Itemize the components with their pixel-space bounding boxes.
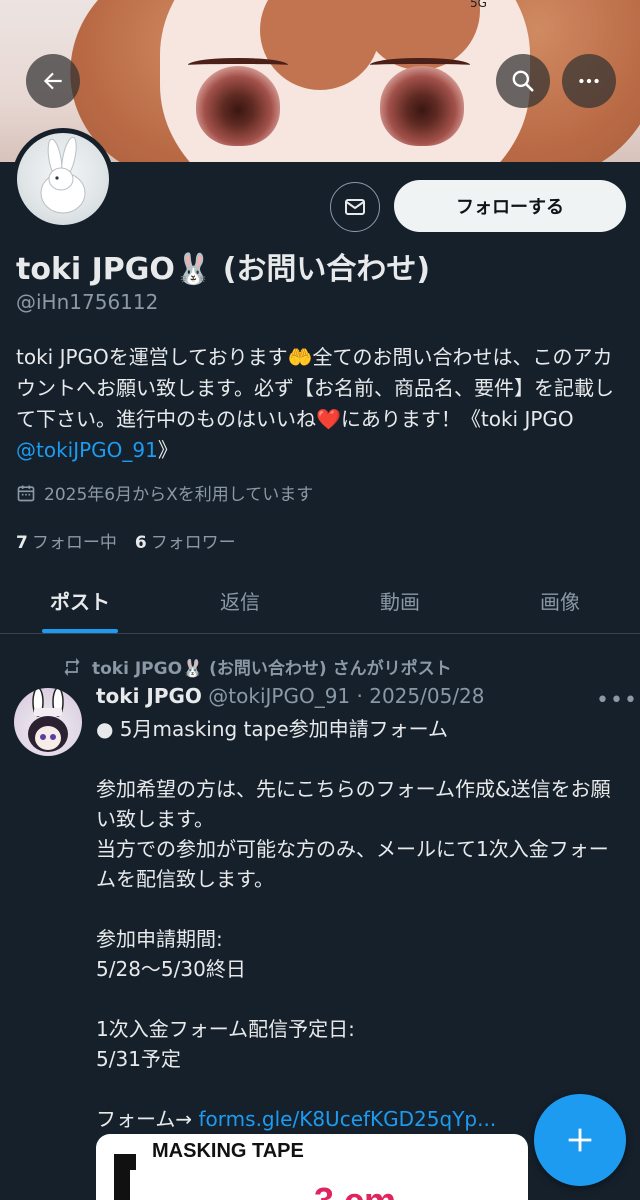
post-author-avatar[interactable]	[14, 688, 82, 756]
post-line	[96, 1074, 628, 1104]
message-button[interactable]	[330, 182, 380, 232]
post-author-meta: @tokiJPGO_91 · 2025/05/28	[201, 684, 485, 708]
follow-stats: 7 フォロー中 6 フォロワー	[16, 528, 236, 553]
post-line	[96, 894, 628, 924]
profile-handle: @iHn1756112	[16, 290, 159, 314]
following-count: 7	[16, 533, 28, 553]
tab-videos[interactable]: 動画	[320, 568, 480, 633]
mail-icon	[345, 199, 365, 215]
more-options-button[interactable]	[562, 54, 616, 108]
follow-button[interactable]: フォローする	[394, 180, 626, 232]
bio-text: toki JPGOを運営しております🤲全てのお問い合わせは、このアカウントへお願…	[16, 345, 614, 431]
post-line: ● 5月masking tape参加申請フォーム	[96, 717, 449, 741]
form-prefix: フォーム→	[96, 1107, 199, 1131]
following-stat[interactable]: 7 フォロー中	[16, 528, 117, 553]
post-author-name[interactable]: toki JPGO	[96, 684, 202, 708]
profile-tabs: ポスト 返信 動画 画像	[0, 568, 640, 634]
more-horizontal-icon	[579, 78, 599, 84]
profile-display-name: toki JPGO🐰 (お問い合わせ)	[16, 252, 431, 287]
media-size-text: 3 cm	[314, 1180, 410, 1200]
post-line: 当方での参加が可能な方のみ、メールにて1次入金フォームを配信致します。	[96, 837, 609, 891]
tab-images[interactable]: 画像	[480, 568, 640, 633]
repost-indicator: toki JPGO🐰 (お問い合わせ) さんがリポスト	[62, 654, 452, 679]
joined-date: 2025年6月からXを利用しています	[16, 480, 313, 505]
following-label: フォロー中	[31, 533, 117, 553]
banner-eye-left	[196, 66, 280, 146]
media-title: MASKING TAPE	[152, 1140, 304, 1162]
tab-replies[interactable]: 返信	[160, 568, 320, 633]
rabbit-icon	[40, 136, 86, 214]
bunny-girl-icon	[28, 688, 68, 752]
arrow-left-icon	[43, 72, 62, 90]
bio-mention-link[interactable]: @tokiJPGO_91	[16, 438, 158, 462]
post-line	[96, 984, 628, 1014]
post-more-icon[interactable]: •••	[596, 688, 638, 713]
post-line: 1次入金フォーム配信予定日:	[96, 1017, 355, 1041]
post-line: 参加希望の方は、先にこちらのフォーム作成&送信をお願い致します。	[96, 777, 611, 831]
joined-text: 2025年6月からXを利用しています	[44, 485, 314, 505]
followers-label: フォロワー	[150, 533, 236, 553]
banner-eye-right	[380, 66, 464, 146]
search-button[interactable]	[496, 54, 550, 108]
status-signal: 5G	[470, 0, 487, 10]
bio-end: 》	[157, 438, 178, 462]
search-icon	[512, 70, 534, 92]
repost-label: toki JPGO🐰 (お問い合わせ) さんがリポスト	[92, 659, 452, 679]
back-button[interactable]	[26, 54, 80, 108]
post-header: toki JPGO @tokiJPGO_91 · 2025/05/28	[96, 684, 485, 708]
repost-icon	[64, 657, 80, 676]
post-line	[96, 744, 628, 774]
media-corner-mark	[114, 1154, 136, 1200]
compose-button[interactable]	[534, 1094, 626, 1186]
post-body: ● 5月masking tape参加申請フォーム 参加希望の方は、先にこちらのフ…	[96, 714, 628, 1134]
followers-stat[interactable]: 6 フォロワー	[135, 528, 236, 553]
post-media-image[interactable]: MASKING TAPE 3 cm	[96, 1134, 528, 1200]
post-line: 5/31予定	[96, 1047, 181, 1071]
profile-avatar[interactable]	[12, 128, 114, 230]
post-line: 参加申請期間:	[96, 927, 223, 951]
tab-posts[interactable]: ポスト	[0, 568, 160, 633]
followers-count: 6	[134, 533, 147, 553]
post-line: 5/28〜5/30終日	[96, 957, 246, 981]
plus-icon	[568, 1128, 592, 1152]
form-link[interactable]: forms.gle/K8UcefKGD25qYp...	[199, 1107, 497, 1131]
calendar-icon	[17, 485, 35, 501]
profile-bio: toki JPGOを運営しております🤲全てのお問い合わせは、このアカウントへお願…	[16, 342, 626, 466]
